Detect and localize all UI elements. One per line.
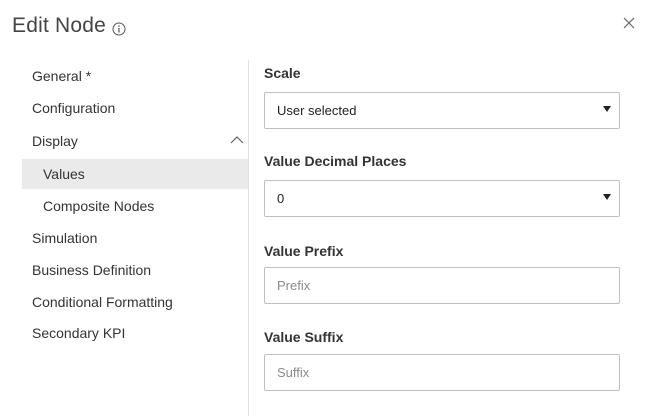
nav-item-label: Display — [32, 133, 78, 149]
nav-item-label: Secondary KPI — [32, 325, 126, 341]
close-icon[interactable] — [620, 14, 638, 32]
nav-item-values[interactable]: Values — [22, 159, 249, 189]
decimal-places-label: Value Decimal Places — [264, 153, 407, 169]
nav-item-label: Business Definition — [32, 262, 152, 278]
nav-item-secondary-kpi[interactable]: Secondary KPI — [22, 318, 249, 348]
nav-item-label: Configuration — [32, 100, 116, 116]
scale-select[interactable]: User selected — [264, 92, 620, 129]
chevron-up-icon[interactable] — [230, 135, 244, 145]
nav-item-display[interactable]: Display — [22, 126, 249, 156]
nav-item-general[interactable]: General * — [22, 61, 249, 91]
nav-item-label: General * — [32, 68, 92, 84]
nav-item-simulation[interactable]: Simulation — [22, 223, 249, 253]
caret-down-icon — [603, 194, 611, 200]
nav-item-conditional-formatting[interactable]: Conditional Formatting — [22, 287, 249, 317]
panel-divider — [248, 60, 249, 416]
info-icon[interactable] — [112, 22, 126, 36]
scale-label: Scale — [264, 65, 301, 81]
nav-item-label: Conditional Formatting — [32, 294, 173, 310]
prefix-input[interactable] — [264, 267, 620, 304]
caret-down-icon — [603, 106, 611, 112]
prefix-label: Value Prefix — [264, 243, 344, 259]
dialog-title: Edit Node — [12, 14, 107, 37]
nav-item-label: Values — [43, 166, 85, 182]
decimal-places-select[interactable]: 0 — [264, 180, 620, 217]
nav-item-label: Simulation — [32, 230, 98, 246]
suffix-input[interactable] — [264, 354, 620, 391]
suffix-label: Value Suffix — [264, 329, 344, 345]
scale-selected-value: User selected — [277, 103, 357, 118]
nav-item-configuration[interactable]: Configuration — [22, 93, 249, 123]
decimal-places-selected-value: 0 — [277, 191, 285, 206]
nav-item-composite-nodes[interactable]: Composite Nodes — [22, 191, 249, 221]
nav-item-business-definition[interactable]: Business Definition — [22, 255, 249, 285]
nav-item-label: Composite Nodes — [43, 198, 155, 214]
